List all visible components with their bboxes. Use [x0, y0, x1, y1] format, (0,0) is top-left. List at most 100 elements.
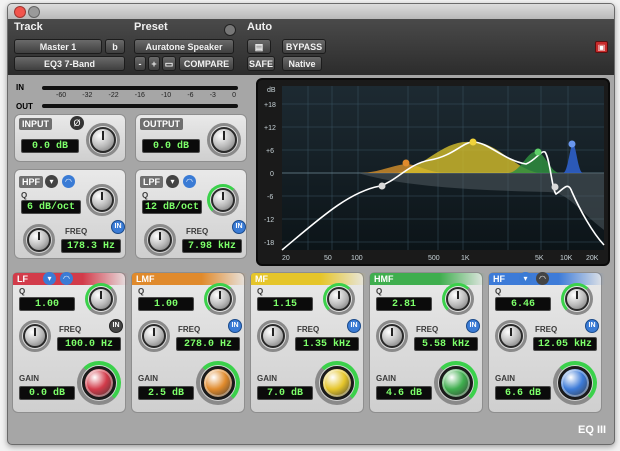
hf-freq-knob[interactable]	[499, 324, 523, 348]
lmf-freq-knob[interactable]	[142, 324, 166, 348]
lpf-type-icon[interactable]: ◠	[183, 175, 196, 188]
mf-gain-display[interactable]: 7.0 dB	[257, 386, 313, 400]
lf-shelf-icon[interactable]: ▾	[43, 272, 56, 285]
plugin-selector[interactable]: EQ3 7-Band	[14, 56, 125, 71]
safe-button[interactable]: SAFE	[247, 56, 275, 71]
mf-q-display[interactable]: 1.15	[257, 297, 313, 311]
hf-gain-label: GAIN	[495, 374, 515, 383]
lpf-freq-display[interactable]: 7.98 kHz	[182, 239, 242, 253]
in-meter-label: IN	[16, 83, 24, 92]
y-tick-label: +18	[264, 102, 276, 109]
hf-band-panel: HF Q 6.46 FREQ 12.05 kHz IN GAIN 6.6 dB …	[488, 272, 605, 413]
hpf-freq-display[interactable]: 178.3 Hz	[61, 239, 121, 253]
hmf-node[interactable]	[534, 148, 542, 156]
mf-gain-knob[interactable]	[320, 366, 354, 400]
phase-invert-button[interactable]: Ø	[70, 116, 84, 130]
lpf-freq-knob[interactable]	[148, 228, 172, 252]
lmf-gain-display[interactable]: 2.5 dB	[138, 386, 194, 400]
lpf-in-button[interactable]: IN	[232, 220, 246, 234]
minimize-window-button[interactable]	[28, 6, 40, 18]
bypass-button[interactable]: BYPASS	[282, 39, 326, 54]
output-gain-display[interactable]: 0.0 dB	[142, 139, 200, 153]
output-meter	[42, 104, 238, 108]
hf-q-display[interactable]: 6.46	[495, 297, 551, 311]
lf-freq-knob[interactable]	[23, 324, 47, 348]
hpf-panel: HPF ▾ ◠ Q 6 dB/oct FREQ 178.3 Hz IN	[14, 169, 126, 259]
lf-bell-icon[interactable]: ◠	[60, 272, 73, 285]
lf-freq-display[interactable]: 100.0 Hz	[57, 337, 121, 351]
meter-tick: -3	[209, 92, 216, 99]
hf-bell-icon[interactable]: ◠	[536, 272, 549, 285]
mf-q-knob[interactable]	[327, 287, 351, 311]
track-selector[interactable]: Master 1	[14, 39, 102, 54]
hf-q-knob[interactable]	[565, 287, 589, 311]
track-label: Track	[14, 21, 43, 33]
hmf-q-display[interactable]: 2.81	[376, 297, 432, 311]
hmf-freq-display[interactable]: 5.58 kHz	[414, 337, 478, 351]
hpf-label: HPF	[19, 176, 43, 188]
hf-freq-display[interactable]: 12.05 kHz	[533, 337, 597, 351]
lmf-node[interactable]	[402, 159, 410, 167]
lpf-slope-knob[interactable]	[211, 188, 235, 212]
track-channel-selector[interactable]: b	[105, 39, 125, 54]
lf-q-knob[interactable]	[89, 287, 113, 311]
hf-in-button[interactable]: IN	[585, 319, 599, 333]
hpf-shape-icon[interactable]: ▾	[45, 175, 58, 188]
mf-gain-label: GAIN	[257, 374, 277, 383]
hmf-freq-knob[interactable]	[380, 324, 404, 348]
y-tick-label: 0	[270, 171, 274, 178]
lf-gain-knob[interactable]	[82, 366, 116, 400]
close-window-button[interactable]	[14, 6, 26, 18]
lf-q-display[interactable]: 1.00	[19, 297, 75, 311]
mf-freq-label: FREQ	[297, 325, 320, 334]
lpf-shape-icon[interactable]: ▾	[166, 175, 179, 188]
hpf-slope-knob[interactable]	[90, 188, 114, 212]
hf-gain-knob[interactable]	[558, 366, 592, 400]
automation-button[interactable]: ▤	[247, 39, 271, 54]
hmf-q-knob[interactable]	[446, 287, 470, 311]
lmf-freq-display[interactable]: 278.0 Hz	[176, 337, 240, 351]
mf-freq-display[interactable]: 1.35 kHz	[295, 337, 359, 351]
hmf-gain-knob[interactable]	[439, 366, 473, 400]
preset-selector[interactable]: Auratone Speaker	[134, 39, 234, 54]
x-tick-label: 500	[428, 255, 440, 262]
next-preset-button[interactable]: +	[148, 56, 160, 71]
y-axis-label: dB	[267, 87, 276, 94]
hpf-type-icon[interactable]: ◠	[62, 175, 75, 188]
lf-gain-display[interactable]: 0.0 dB	[19, 386, 75, 400]
mf-freq-knob[interactable]	[261, 324, 285, 348]
mf-node[interactable]	[469, 138, 477, 146]
lmf-q-knob[interactable]	[208, 287, 232, 311]
input-gain-knob[interactable]	[90, 127, 116, 153]
native-indicator: Native	[282, 56, 322, 71]
hf-shelf-icon[interactable]: ▾	[519, 272, 532, 285]
preset-menu-icon[interactable]	[224, 24, 236, 36]
output-gain-knob[interactable]	[211, 127, 237, 153]
hf-node[interactable]	[568, 140, 576, 148]
hf-gain-display[interactable]: 6.6 dB	[495, 386, 551, 400]
title-bar[interactable]	[8, 4, 614, 20]
lmf-q-display[interactable]: 1.00	[138, 297, 194, 311]
input-gain-display[interactable]: 0.0 dB	[21, 139, 79, 153]
previous-preset-button[interactable]: -	[134, 56, 146, 71]
lmf-gain-knob[interactable]	[201, 366, 235, 400]
compare-button[interactable]: COMPARE	[179, 56, 234, 71]
hpf-in-button[interactable]: IN	[111, 220, 125, 234]
hpf-slope-display[interactable]: 6 dB/oct	[21, 200, 81, 214]
eq-graph[interactable]: dB +18 +12 +6 0 -6 -12 -18 20 50 100 500…	[258, 80, 608, 264]
plugin-header: Track Preset Auto Master 1 b EQ3 7-Band …	[8, 19, 614, 75]
automation-icon: ▤	[254, 42, 264, 52]
copy-settings-button[interactable]: ▭	[162, 56, 176, 71]
lpf-slope-display[interactable]: 12 dB/oct	[142, 200, 202, 214]
lpf-node[interactable]	[551, 183, 559, 191]
lmf-in-button[interactable]: IN	[228, 319, 242, 333]
mf-in-button[interactable]: IN	[347, 319, 361, 333]
hmf-gain-display[interactable]: 4.6 dB	[376, 386, 432, 400]
hpf-freq-knob[interactable]	[27, 228, 51, 252]
hmf-in-button[interactable]: IN	[466, 319, 480, 333]
lf-gain-label: GAIN	[19, 374, 39, 383]
lf-in-button[interactable]: IN	[109, 319, 123, 333]
hpf-node[interactable]	[378, 182, 386, 190]
lf-q-label: Q	[19, 287, 26, 296]
plugin-options-icon[interactable]: ▣	[595, 41, 608, 53]
